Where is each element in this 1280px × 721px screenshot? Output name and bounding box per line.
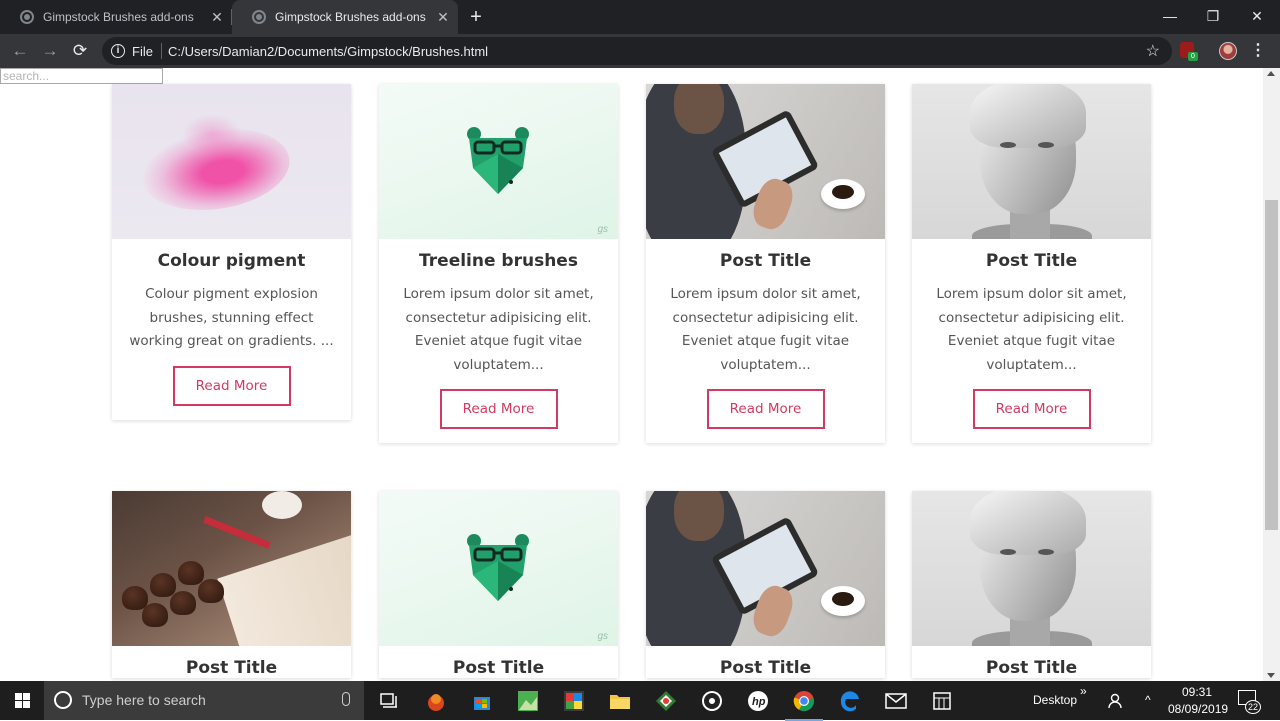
forward-button[interactable]: → (39, 40, 61, 62)
card-description: Colour pigment explosion brushes, stunni… (129, 286, 334, 349)
globe-icon (20, 10, 34, 24)
chrome-app-icon[interactable] (785, 686, 823, 721)
taskbar-search-placeholder: Type here to search (82, 692, 206, 708)
read-more-button[interactable]: Read More (172, 365, 291, 406)
card: gs Post Title (379, 491, 618, 678)
card-image-polygon-statue (912, 84, 1151, 239)
card-title: Post Title (985, 658, 1078, 678)
scroll-up-arrow-icon[interactable] (1267, 71, 1275, 76)
cortana-icon[interactable] (54, 691, 72, 709)
scrollbar-thumb[interactable] (1265, 200, 1278, 530)
reload-button[interactable]: ⟳ (69, 40, 91, 62)
card-description: Lorem ipsum dolor sit amet, consectetur … (403, 286, 594, 373)
close-tab-icon[interactable]: ✕ (436, 10, 450, 24)
card: Post Title (646, 491, 885, 678)
read-more-button[interactable]: Read More (972, 389, 1091, 429)
windows-taskbar: Type here to search hp Desktop » ^ 09:31… (0, 681, 1280, 721)
image-app-icon[interactable] (513, 686, 543, 716)
desktop-toolbar-label[interactable]: Desktop (1033, 693, 1077, 707)
minimize-button[interactable]: — (1158, 6, 1182, 26)
read-more-button[interactable]: Read More (706, 389, 825, 429)
card-image-muffins-book (112, 491, 351, 646)
store-app-icon[interactable] (467, 686, 497, 716)
svg-text:hp: hp (752, 696, 766, 708)
globe-icon (252, 10, 266, 24)
card-description: Lorem ipsum dolor sit amet, consectetur … (670, 286, 861, 373)
card: Post Title (112, 491, 351, 678)
page-scrollbar[interactable] (1263, 68, 1280, 681)
address-separator (161, 43, 162, 59)
gem-app-icon[interactable] (651, 686, 681, 716)
signature-mark: gs (597, 631, 608, 642)
calculator-app-icon[interactable] (927, 686, 957, 716)
file-explorer-icon[interactable] (605, 686, 635, 716)
tab-title: Gimpstock Brushes add-ons (275, 10, 426, 24)
taskbar-search-box[interactable]: Type here to search (44, 681, 364, 720)
new-tab-button[interactable]: + (466, 7, 486, 27)
read-more-button[interactable]: Read More (439, 389, 558, 429)
card-title: Post Title (452, 658, 545, 678)
hp-app-icon[interactable]: hp (743, 686, 773, 716)
show-hidden-icons-icon[interactable]: ^ (1145, 693, 1151, 707)
address-bar[interactable]: i File C:/Users/Damian2/Documents/Gimpst… (102, 37, 1172, 65)
people-icon[interactable] (1103, 686, 1129, 716)
tab-title: Gimpstock Brushes add-ons (43, 10, 194, 24)
close-tab-icon[interactable]: ✕ (210, 10, 224, 24)
clock-time[interactable]: 09:31 (1182, 685, 1212, 699)
signature-mark: gs (597, 224, 608, 235)
photo-editor-app-icon[interactable] (559, 686, 589, 716)
page-viewport: Colour pigment Colour pigment explosion … (0, 68, 1263, 681)
card-title: Post Title (985, 251, 1078, 271)
browser-tab-strip: Gimpstock Brushes add-ons ✕ Gimpstock Br… (0, 0, 1280, 34)
card-image-polygon-statue (912, 491, 1151, 646)
card: Post Title (912, 491, 1151, 678)
windows-start-button[interactable] (0, 681, 44, 720)
card-image-pink-pigment (112, 84, 351, 239)
mail-app-icon[interactable] (881, 686, 911, 716)
profile-avatar[interactable] (1219, 42, 1237, 60)
card-title: Colour pigment (157, 251, 306, 271)
card-description: Lorem ipsum dolor sit amet, consectetur … (936, 286, 1127, 373)
card: gs Treeline brushes Lorem ipsum dolor si… (379, 84, 618, 443)
card-image-green-bear: gs (379, 491, 618, 646)
bookmark-star-icon[interactable]: ☆ (1146, 41, 1160, 61)
scroll-down-arrow-icon[interactable] (1267, 673, 1275, 678)
extension-badge: 0 (1188, 52, 1198, 61)
edge-app-icon[interactable] (835, 686, 865, 716)
scheme-label: File (132, 44, 153, 59)
task-view-icon[interactable] (374, 686, 404, 716)
search-input[interactable] (0, 68, 163, 84)
restore-button[interactable]: ❐ (1201, 6, 1225, 26)
notification-count-badge: 22 (1245, 700, 1261, 714)
card: Post Title Lorem ipsum dolor sit amet, c… (646, 84, 885, 443)
back-button[interactable]: ← (9, 40, 31, 62)
toolbar-chevron-icon[interactable]: » (1080, 684, 1087, 698)
card-image-green-bear: gs (379, 84, 618, 239)
card: Post Title Lorem ipsum dolor sit amet, c… (912, 84, 1151, 443)
bear-logo-icon (467, 534, 529, 601)
clock-date[interactable]: 08/09/2019 (1168, 702, 1228, 716)
browser-tab[interactable]: Gimpstock Brushes add-ons ✕ (0, 0, 232, 34)
card-image-tablet-coffee (646, 491, 885, 646)
info-icon[interactable]: i (111, 44, 125, 58)
card-title: Post Title (719, 658, 812, 678)
url-text[interactable]: C:/Users/Damian2/Documents/Gimpstock/Bru… (168, 44, 488, 59)
browser-toolbar: ← → ⟳ i File C:/Users/Damian2/Documents/… (0, 34, 1280, 68)
microphone-icon[interactable] (342, 692, 350, 706)
gimp-app-icon[interactable] (421, 686, 451, 716)
bear-logo-icon (467, 127, 529, 194)
close-window-button[interactable]: ✕ (1245, 6, 1269, 26)
card-title: Post Title (185, 658, 278, 678)
card-title: Treeline brushes (419, 251, 578, 271)
browser-menu-icon[interactable]: ⋮ (1250, 40, 1266, 62)
card-title: Post Title (719, 251, 812, 271)
obs-app-icon[interactable] (697, 686, 727, 716)
card-image-tablet-coffee (646, 84, 885, 239)
card: Colour pigment Colour pigment explosion … (112, 84, 351, 420)
browser-tab-active[interactable]: Gimpstock Brushes add-ons ✕ (232, 0, 458, 34)
